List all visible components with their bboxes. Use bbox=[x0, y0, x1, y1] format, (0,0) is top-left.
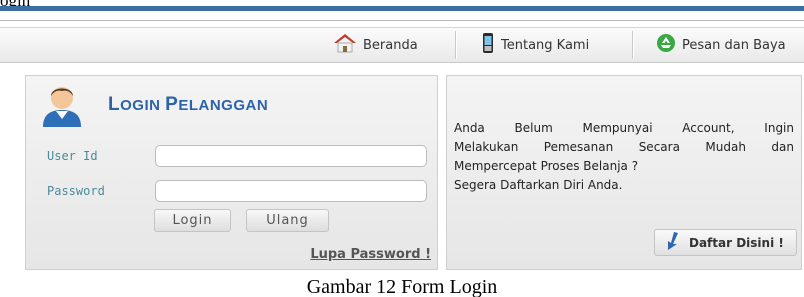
login-title: LOGIN PELANGGAN bbox=[108, 94, 269, 115]
nav-item-tentang-kami[interactable]: Tentang Kami bbox=[481, 28, 589, 62]
info-line: Anda Belum Mempunyai Account, Ingin bbox=[454, 121, 794, 135]
nav-label-pesan-dan-bayar: Pesan dan Baya bbox=[682, 37, 786, 53]
password-input[interactable] bbox=[155, 180, 427, 202]
nav-label-beranda: Beranda bbox=[363, 37, 418, 53]
home-icon bbox=[333, 33, 357, 57]
navigation-bar: Beranda Tentang Kami Pesan dan Baya bbox=[0, 27, 804, 63]
info-line: Melakukan Pemesanan Secara Mudah dan bbox=[454, 140, 794, 154]
info-line: Segera Daftarkan Diri Anda. bbox=[454, 178, 623, 192]
register-button-label: Daftar Disini ! bbox=[689, 235, 784, 250]
register-button[interactable]: Daftar Disini ! bbox=[654, 229, 797, 256]
login-panel: LOGIN PELANGGAN User Id Password Login U… bbox=[25, 75, 438, 270]
nav-item-beranda[interactable]: Beranda bbox=[333, 28, 418, 62]
register-info-text: Anda Belum Mempunyai Account, Ingin Mela… bbox=[454, 119, 794, 195]
user-id-label: User Id bbox=[47, 149, 98, 163]
user-avatar-icon bbox=[39, 82, 85, 132]
info-line: Mempercepat Proses Belanja ? bbox=[454, 159, 639, 173]
arrow-down-icon bbox=[663, 231, 681, 254]
nav-separator bbox=[455, 31, 457, 59]
password-label: Password bbox=[47, 184, 105, 198]
user-id-input[interactable] bbox=[155, 145, 427, 167]
nav-separator bbox=[632, 31, 634, 59]
forgot-password-link[interactable]: Lupa Password ! bbox=[310, 247, 431, 262]
header-accent-bar bbox=[0, 6, 804, 11]
register-info-panel: Anda Belum Mempunyai Account, Ingin Mela… bbox=[446, 75, 802, 270]
header-divider bbox=[0, 20, 804, 21]
nav-label-tentang-kami: Tentang Kami bbox=[501, 37, 590, 53]
login-button[interactable]: Login bbox=[154, 209, 231, 232]
recycle-icon bbox=[656, 33, 676, 57]
nav-item-pesan-dan-bayar[interactable]: Pesan dan Baya bbox=[656, 28, 786, 62]
reset-button[interactable]: Ulang bbox=[246, 209, 329, 232]
figure-caption: Gambar 12 Form Login bbox=[306, 276, 498, 297]
phone-icon bbox=[481, 32, 495, 58]
